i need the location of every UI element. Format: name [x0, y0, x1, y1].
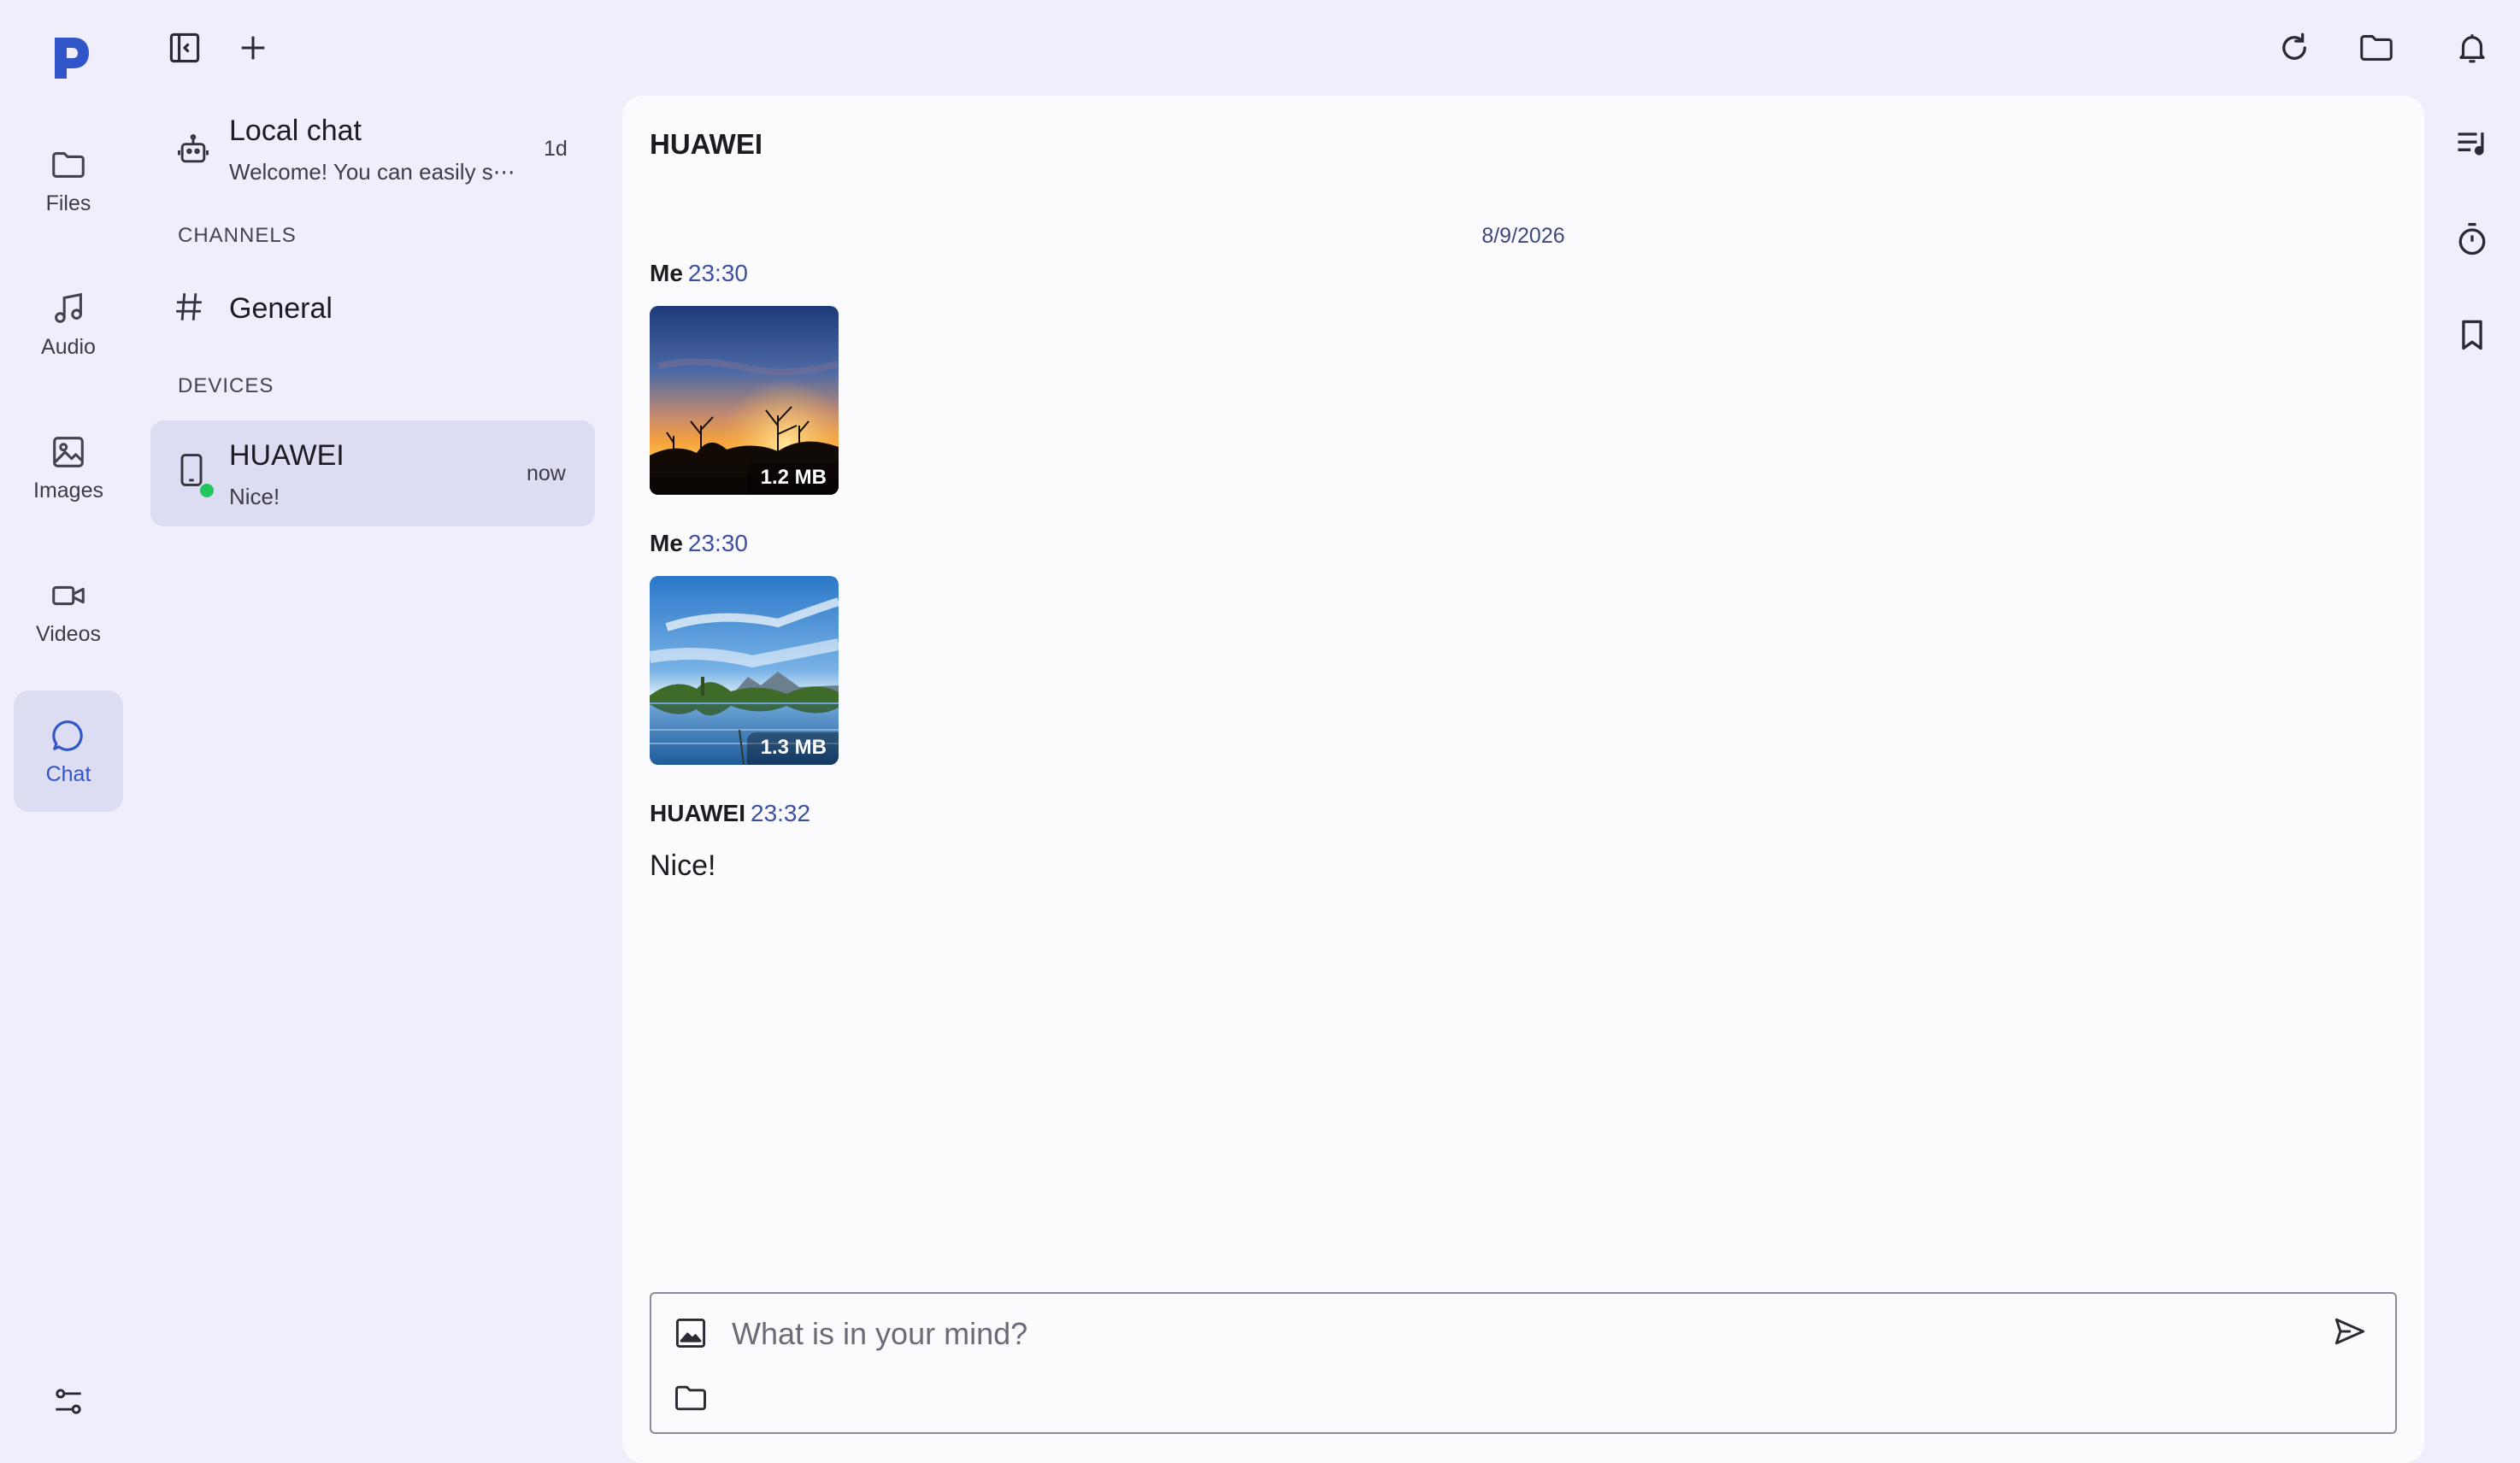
- music-note-icon: [55, 292, 82, 323]
- video-camera-icon: [52, 585, 85, 605]
- folder-icon: [675, 1385, 706, 1411]
- folder-icon: [2360, 35, 2393, 61]
- message-sender: HUAWEI: [650, 800, 745, 826]
- attach-image-button[interactable]: [672, 1314, 713, 1355]
- settings-button[interactable]: [44, 1378, 92, 1425]
- toggle-sidebar-button[interactable]: [161, 24, 209, 72]
- bookmarks-button[interactable]: [2448, 311, 2496, 359]
- conversation-panel: HUAWEI 8/9/2026 Me 23:30 1.2 MB Me 23:30…: [622, 96, 2424, 1463]
- notifications-button[interactable]: [2448, 24, 2496, 72]
- message-sender: Me: [650, 530, 683, 556]
- nav-videos[interactable]: Videos: [14, 550, 123, 672]
- nav-files-label: Files: [45, 191, 91, 215]
- playlist-button[interactable]: [2448, 120, 2496, 167]
- date-separator: 8/9/2026: [1481, 224, 1565, 248]
- sidebar-collapse-icon: [169, 32, 200, 63]
- timer-button[interactable]: [2448, 215, 2496, 263]
- folder-button[interactable]: [2352, 24, 2400, 72]
- new-chat-button[interactable]: [229, 24, 277, 72]
- channel-item-general[interactable]: General: [150, 277, 595, 345]
- nav-chat-label: Chat: [45, 761, 91, 786]
- chat-bubble-icon: [52, 720, 83, 751]
- chat-item-time: 1d: [544, 137, 568, 161]
- devices-header: DEVICES: [178, 374, 274, 397]
- device-name: HUAWEI: [229, 439, 344, 472]
- channels-header: CHANNELS: [178, 224, 297, 247]
- image-attachment-lake[interactable]: 1.3 MB: [650, 576, 839, 765]
- message-header: Me 23:30: [650, 530, 748, 557]
- file-size-label: 1.3 MB: [746, 732, 839, 765]
- bookmark-icon: [2462, 320, 2482, 350]
- message-time: 23:30: [687, 260, 748, 286]
- device-preview: Nice!: [229, 484, 280, 509]
- message-sender: Me: [650, 260, 683, 286]
- nav-images-label: Images: [33, 478, 103, 502]
- message-header: Me 23:30: [650, 260, 748, 287]
- hash-icon: [176, 293, 202, 320]
- playlist-icon: [2458, 132, 2484, 156]
- message-time: 23:32: [751, 800, 811, 826]
- robot-icon: [178, 134, 209, 163]
- image-icon: [675, 1318, 706, 1348]
- message-header: HUAWEI 23:32: [650, 800, 810, 827]
- message-text: Nice!: [650, 849, 716, 882]
- file-size-label: 1.2 MB: [746, 462, 839, 495]
- nav-images[interactable]: Images: [14, 407, 123, 528]
- nav-chat[interactable]: Chat: [14, 690, 123, 812]
- attach-file-button[interactable]: [672, 1379, 713, 1420]
- message-time: 23:30: [687, 530, 748, 556]
- chat-item-title: Local chat: [229, 115, 362, 147]
- message-input[interactable]: What is in your mind?: [732, 1316, 1027, 1352]
- nav-videos-label: Videos: [36, 621, 101, 646]
- conversation-title: HUAWEI: [650, 128, 762, 160]
- timer-icon: [2458, 222, 2486, 256]
- nav-files[interactable]: Files: [14, 120, 123, 241]
- chat-item-local[interactable]: Local chat Welcome! You can easily s⋯ 1d: [150, 101, 595, 197]
- folder-icon: [52, 151, 85, 178]
- channel-name: General: [229, 292, 333, 325]
- nav-audio-label: Audio: [41, 334, 96, 359]
- refresh-button[interactable]: [2270, 24, 2318, 72]
- chat-item-preview: Welcome! You can easily s⋯: [229, 159, 515, 185]
- nav-audio[interactable]: Audio: [14, 263, 123, 385]
- app-logo[interactable]: [48, 32, 92, 82]
- bell-icon: [2459, 34, 2485, 63]
- message-composer: What is in your mind?: [650, 1292, 2397, 1434]
- send-icon: [2335, 1318, 2364, 1345]
- online-indicator: [198, 482, 215, 499]
- device-item-huawei[interactable]: HUAWEI Nice! now: [150, 420, 595, 526]
- sliders-icon: [56, 1389, 81, 1414]
- image-icon: [53, 436, 84, 467]
- plus-icon: [241, 36, 265, 60]
- device-time: now: [527, 461, 566, 485]
- send-button[interactable]: [2330, 1313, 2373, 1355]
- refresh-icon: [2282, 32, 2306, 60]
- image-attachment-sunset[interactable]: 1.2 MB: [650, 306, 839, 495]
